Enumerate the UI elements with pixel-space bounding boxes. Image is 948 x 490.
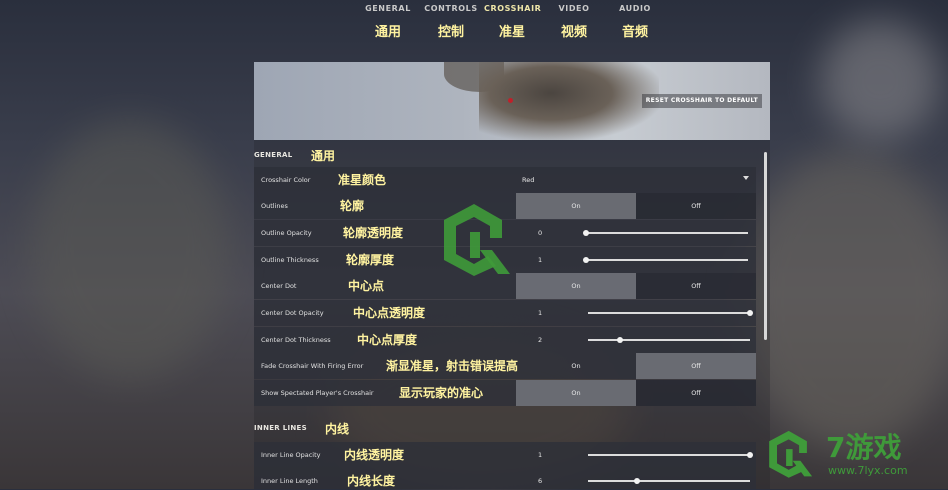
fade-crosshair-on-button[interactable]: On [516, 353, 636, 379]
tab-crosshair[interactable]: CROSSHAIR 准星 [484, 4, 542, 40]
slider-value[interactable]: 6 [538, 477, 542, 485]
fade-crosshair-off-button[interactable]: Off [636, 353, 756, 379]
center-dot-opacity-slider[interactable] [588, 310, 753, 316]
watermark-logo-icon [444, 204, 510, 276]
settings-tabs: GENERAL 通用 CONTROLS 控制 CROSSHAIR 准星 VIDE… [0, 0, 948, 44]
tab-audio[interactable]: AUDIO 音频 [616, 4, 654, 40]
chevron-down-icon [743, 176, 749, 180]
slider-value[interactable]: 0 [538, 229, 542, 237]
watermark-brand: 7游戏 [826, 431, 902, 464]
setting-label: Center Dot Thickness [261, 336, 331, 344]
setting-label-zh: 轮廓厚度 [346, 253, 395, 267]
tab-video-label: VIDEO [558, 4, 590, 13]
section-general-title: GENERAL 通用 [254, 149, 335, 163]
tab-controls-label: CONTROLS [424, 4, 478, 13]
setting-label-zh: 显示玩家的准心 [399, 386, 484, 400]
setting-label-zh: 中心点厚度 [357, 333, 418, 347]
tab-controls[interactable]: CONTROLS 控制 [424, 4, 478, 40]
tab-video[interactable]: VIDEO 视频 [556, 4, 592, 40]
setting-label-zh: 中心点 [348, 279, 385, 293]
slider-handle[interactable] [747, 452, 753, 458]
tab-crosshair-zh: 准星 [498, 25, 525, 40]
watermark-logo-icon [769, 430, 813, 478]
watermark-url: www.7lyx.com [828, 464, 908, 477]
tab-general[interactable]: GENERAL 通用 [364, 4, 412, 40]
setting-label: Outline Thickness [261, 256, 319, 264]
outline-opacity-slider[interactable] [583, 230, 748, 236]
tab-controls-zh: 控制 [437, 25, 464, 40]
setting-row-show-spectated: Show Spectated Player's Crosshair 显示玩家的准… [254, 380, 756, 406]
section-general-label: GENERAL [254, 151, 293, 159]
center-dot-off-button[interactable]: Off [636, 273, 756, 299]
setting-label: Fade Crosshair With Firing Error [261, 362, 364, 370]
outlines-on-button[interactable]: On [516, 193, 636, 219]
center-dot-thickness-slider[interactable] [588, 337, 750, 343]
show-spectated-off-button[interactable]: Off [636, 380, 756, 406]
section-inner-lines-title: INNER LINES 内线 [254, 422, 349, 436]
setting-label: Outlines [261, 202, 288, 210]
background-blur [30, 120, 230, 380]
crosshair-preview: RESET CROSSHAIR TO DEFAULT [254, 62, 770, 140]
preview-scenery [479, 62, 659, 140]
dropdown-value: Red [522, 176, 535, 184]
section-inner-lines-label: INNER LINES [254, 424, 307, 432]
tab-general-zh: 通用 [374, 25, 401, 40]
slider-value[interactable]: 1 [538, 309, 542, 317]
slider-value[interactable]: 1 [538, 451, 542, 459]
section-inner-lines-zh: 内线 [325, 422, 350, 436]
setting-label: Outline Opacity [261, 229, 312, 237]
setting-row-inner-line-length: Inner Line Length 内线长度 6 [254, 468, 756, 489]
setting-label-zh: 轮廓透明度 [343, 226, 404, 240]
tab-audio-zh: 音频 [621, 25, 648, 40]
setting-label-zh: 准星颜色 [338, 173, 387, 187]
reset-crosshair-button[interactable]: RESET CROSSHAIR TO DEFAULT [641, 94, 762, 108]
slider-handle[interactable] [617, 337, 624, 343]
setting-label-zh: 渐显准星，射击错误提高 [386, 359, 519, 373]
setting-label: Center Dot Opacity [261, 309, 324, 317]
inner-line-length-slider[interactable] [588, 478, 750, 484]
setting-label-zh: 轮廓 [340, 199, 365, 213]
setting-row-crosshair-color: Crosshair Color 准星颜色 Red [254, 167, 756, 193]
setting-label: Inner Line Length [261, 477, 318, 485]
setting-label-zh: 中心点透明度 [353, 306, 426, 320]
center-dot-on-button[interactable]: On [516, 273, 636, 299]
setting-label-zh: 内线透明度 [344, 448, 405, 462]
scrollbar[interactable] [764, 152, 767, 340]
setting-row-fade-crosshair: Fade Crosshair With Firing Error 渐显准星，射击… [254, 353, 756, 379]
show-spectated-on-button[interactable]: On [516, 380, 636, 406]
section-general-zh: 通用 [311, 149, 336, 163]
inner-line-opacity-slider[interactable] [588, 452, 753, 458]
tab-crosshair-label: CROSSHAIR [484, 4, 542, 13]
watermark: 7游戏 www.7lyx.com [764, 424, 944, 486]
outlines-off-button[interactable]: Off [636, 193, 756, 219]
crosshair-color-dropdown[interactable]: Red [516, 167, 756, 193]
tab-audio-label: AUDIO [619, 4, 651, 13]
setting-row-center-dot-opacity: Center Dot Opacity 中心点透明度 1 [254, 300, 756, 326]
slider-handle[interactable] [583, 257, 589, 263]
tab-video-zh: 视频 [560, 25, 587, 40]
outline-thickness-slider[interactable] [583, 257, 748, 263]
setting-row-inner-line-opacity: Inner Line Opacity 内线透明度 1 [254, 442, 756, 468]
setting-label: Show Spectated Player's Crosshair [261, 389, 374, 397]
slider-handle[interactable] [583, 230, 589, 236]
slider-handle[interactable] [747, 310, 753, 316]
crosshair-dot-preview [508, 98, 513, 103]
setting-label: Center Dot [261, 282, 297, 290]
setting-label: Inner Line Opacity [261, 451, 321, 459]
setting-label: Crosshair Color [261, 176, 311, 184]
slider-value[interactable]: 1 [538, 256, 542, 264]
setting-label-zh: 内线长度 [347, 474, 396, 488]
setting-row-center-dot-thickness: Center Dot Thickness 中心点厚度 2 [254, 327, 756, 353]
slider-value[interactable]: 2 [538, 336, 542, 344]
background-blur [740, 150, 948, 450]
tab-general-label: GENERAL [365, 4, 411, 13]
slider-handle[interactable] [633, 478, 640, 484]
